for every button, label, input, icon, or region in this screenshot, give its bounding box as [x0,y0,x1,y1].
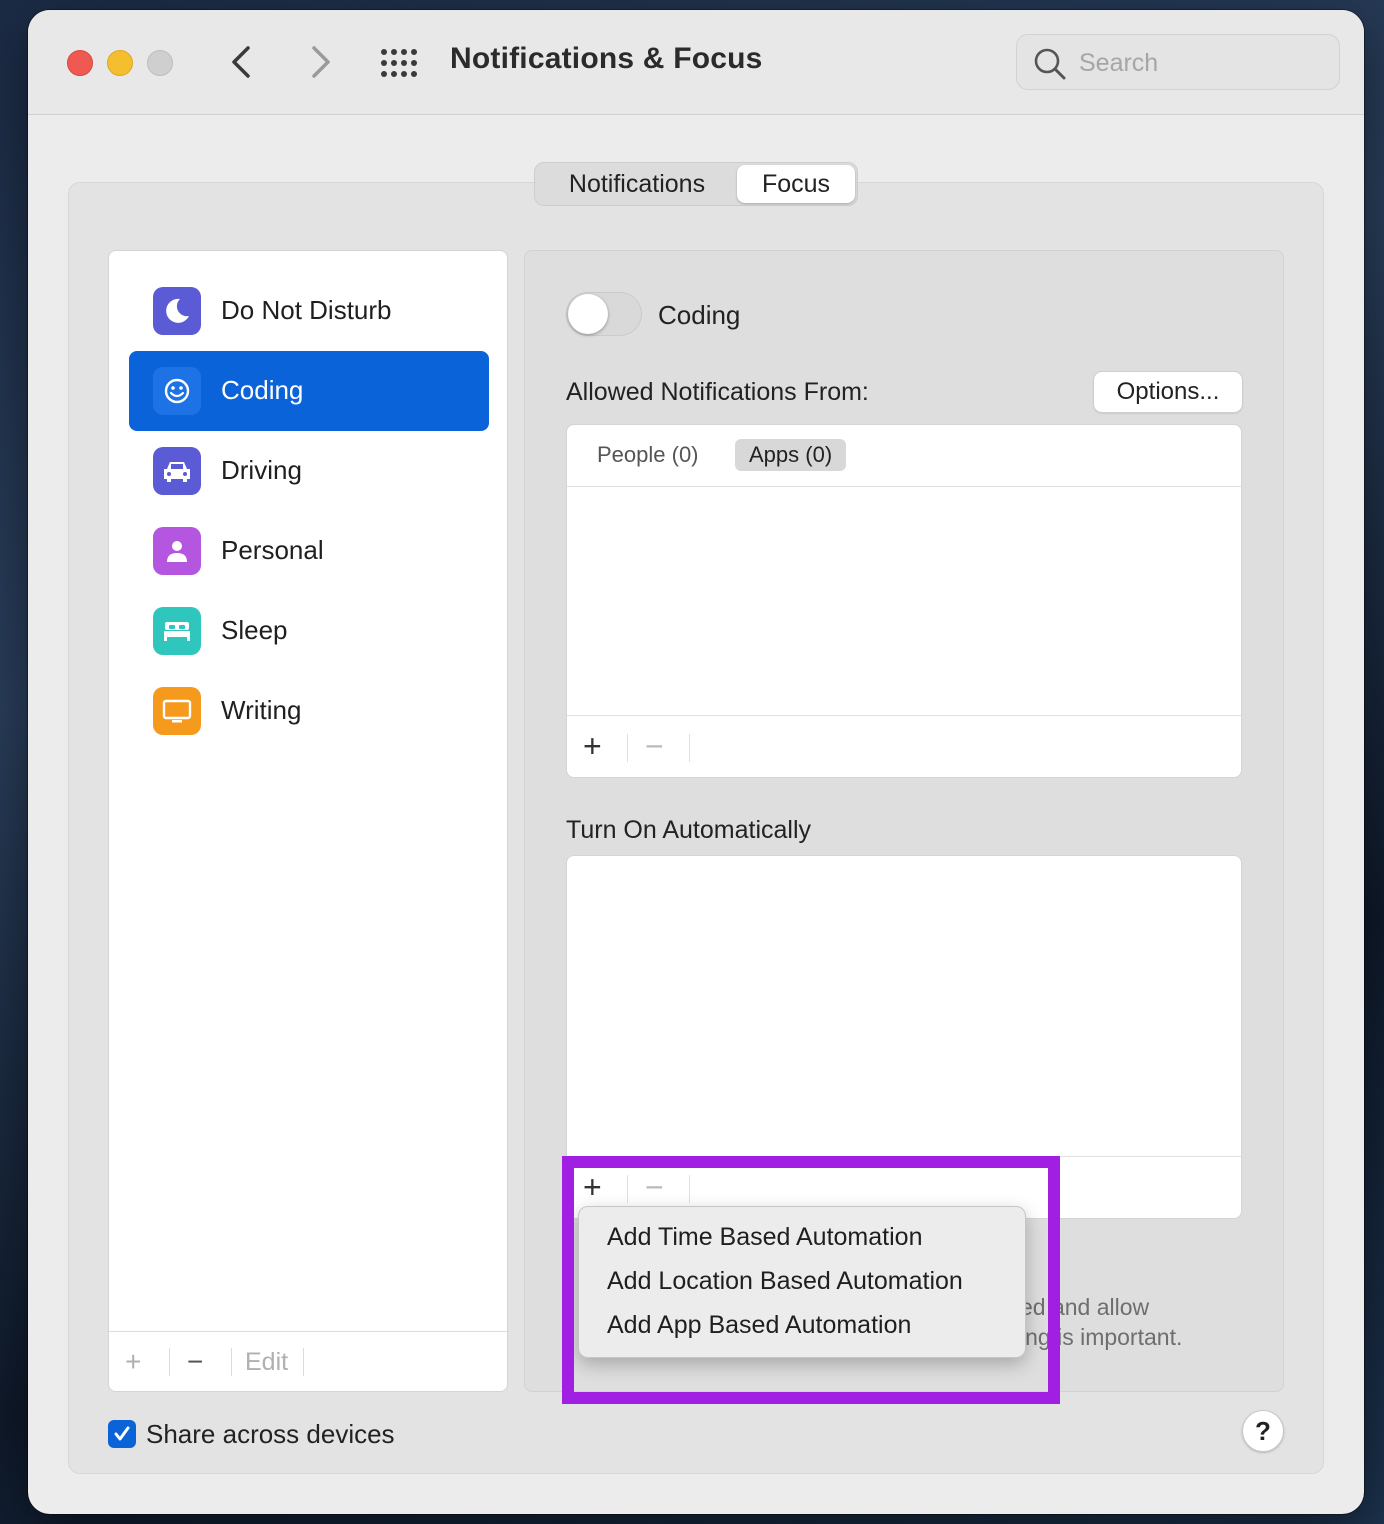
title-bar: Notifications & Focus Search [28,10,1364,115]
sidebar-item-label: Do Not Disturb [221,295,392,325]
moon-icon [153,287,201,335]
search-field[interactable]: Search [1016,34,1340,90]
sidebar-item-personal[interactable]: Personal [129,511,489,591]
system-preferences-window: Notifications & Focus Search Notificatio… [28,10,1364,1514]
sidebar-item-coding[interactable]: Coding [129,351,489,431]
person-icon [153,527,201,575]
divider [627,1175,628,1203]
sidebar-item-label: Coding [221,375,304,405]
show-all-grid-icon[interactable] [380,48,420,78]
focus-list-sidebar: Do Not Disturb Coding Driving Personal S… [108,250,508,1392]
remove-automation-button[interactable]: − [645,1169,664,1206]
divider [303,1348,304,1376]
description-line: ing is important. [1020,1324,1183,1350]
automation-list-box: + − [566,855,1242,1219]
allowed-notifications-box: People (0) Apps (0) + − [566,424,1242,778]
smiley-icon [153,367,201,415]
sidebar-item-label: Sleep [221,615,288,645]
sidebar-item-label: Writing [221,695,302,725]
allowed-toolbar: + − [567,715,1241,777]
divider [689,1175,690,1203]
divider [231,1348,232,1376]
window-title: Notifications & Focus [450,42,763,75]
divider [169,1348,170,1376]
tab-people[interactable]: People (0) [583,439,713,471]
focus-enable-toggle[interactable] [566,292,642,336]
add-automation-menu: Add Time Based Automation Add Location B… [578,1206,1026,1358]
sidebar-item-label: Driving [221,455,302,485]
add-focus-button[interactable]: + [125,1346,141,1378]
description-line: ed and allow [1020,1294,1150,1320]
remove-allowed-button[interactable]: − [645,728,664,765]
divider [627,734,628,762]
options-button[interactable]: Options... [1094,372,1242,412]
focus-description: ed and allow ing is important. [1020,1292,1182,1352]
divider [689,734,690,762]
edit-button[interactable]: Edit [245,1348,288,1377]
menu-item-location-automation[interactable]: Add Location Based Automation [607,1267,963,1296]
close-button[interactable] [67,50,93,76]
allowed-tabs: People (0) Apps (0) [567,425,1241,487]
search-placeholder: Search [1079,49,1159,77]
toggle-knob [568,294,608,334]
checkmark-icon [114,1426,130,1441]
add-allowed-button[interactable]: + [583,728,602,765]
sidebar-item-driving[interactable]: Driving [129,431,489,511]
forward-arrow-icon[interactable] [300,42,340,82]
monitor-icon [153,687,201,735]
checkbox-checked[interactable] [108,1420,136,1448]
zoom-button[interactable] [147,50,173,76]
tab-notifications[interactable]: Notifications [539,165,735,203]
share-label: Share across devices [146,1418,395,1449]
sidebar-item-do-not-disturb[interactable]: Do Not Disturb [129,271,489,351]
menu-item-time-automation[interactable]: Add Time Based Automation [607,1223,922,1252]
remove-focus-button[interactable]: − [187,1346,203,1378]
back-arrow-icon[interactable] [222,42,262,82]
allowed-notifications-label: Allowed Notifications From: [566,378,869,406]
tab-apps[interactable]: Apps (0) [735,439,847,471]
sidebar-item-label: Personal [221,535,324,565]
sidebar-item-sleep[interactable]: Sleep [129,591,489,671]
car-icon [153,447,201,495]
search-icon [1034,48,1066,80]
add-automation-button[interactable]: + [583,1169,602,1206]
sidebar-toolbar: + − Edit [109,1331,507,1391]
bed-icon [153,607,201,655]
help-button[interactable]: ? [1242,1410,1284,1452]
turn-on-automatically-label: Turn On Automatically [566,816,812,844]
minimize-button[interactable] [107,50,133,76]
tab-segmented-control: Notifications Focus [534,162,858,206]
focus-name-label: Coding [658,300,741,330]
menu-item-app-automation[interactable]: Add App Based Automation [607,1311,911,1340]
tab-focus[interactable]: Focus [737,165,855,203]
sidebar-item-writing[interactable]: Writing [129,671,489,751]
share-across-devices[interactable]: Share across devices [108,1418,395,1450]
